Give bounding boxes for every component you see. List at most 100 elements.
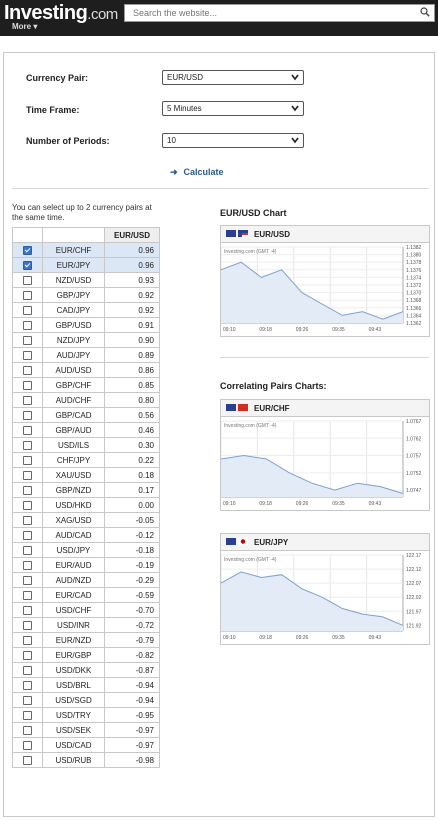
row-checkbox[interactable] xyxy=(23,725,32,735)
correlation-value: 0.96 xyxy=(104,242,160,258)
table-row[interactable]: AUD/CAD -0.12 xyxy=(12,527,160,543)
x-tick-label: 09:35 xyxy=(332,635,345,641)
flags xyxy=(226,404,250,413)
row-checkbox[interactable] xyxy=(23,305,32,315)
y-tick-label: 122.17 xyxy=(406,553,422,559)
table-row[interactable]: GBP/JPY 0.92 xyxy=(12,287,160,303)
table-row[interactable]: USD/CHF -0.70 xyxy=(12,602,160,618)
table-row[interactable]: USD/SEK -0.97 xyxy=(12,722,160,738)
table-row[interactable]: XAU/USD 0.18 xyxy=(12,467,160,483)
row-checkbox[interactable] xyxy=(23,290,32,300)
row-checkbox[interactable] xyxy=(23,485,32,495)
row-checkbox[interactable] xyxy=(23,755,32,765)
row-checkbox-cell xyxy=(12,572,43,588)
area-fill xyxy=(221,571,403,631)
row-checkbox[interactable] xyxy=(23,515,32,525)
correlation-value: 0.86 xyxy=(104,362,160,378)
correlation-value: 0.92 xyxy=(104,302,160,318)
table-row[interactable]: NZD/USD 0.93 xyxy=(12,272,160,288)
table-row[interactable]: EUR/CAD -0.59 xyxy=(12,587,160,603)
row-checkbox[interactable] xyxy=(23,635,32,645)
table-row[interactable]: EUR/CHF 0.96 xyxy=(12,242,160,258)
correlation-value: 0.91 xyxy=(104,317,160,333)
table-row[interactable]: USD/ILS 0.30 xyxy=(12,437,160,453)
row-checkbox[interactable] xyxy=(23,275,32,285)
table-row[interactable]: USD/HKD 0.00 xyxy=(12,497,160,513)
table-row[interactable]: USD/BRL -0.94 xyxy=(12,677,160,693)
table-row[interactable]: EUR/AUD -0.19 xyxy=(12,557,160,573)
table-row[interactable]: AUD/CHF 0.80 xyxy=(12,392,160,408)
row-checkbox[interactable] xyxy=(23,695,32,705)
row-checkbox[interactable] xyxy=(23,350,32,360)
row-checkbox[interactable] xyxy=(23,380,32,390)
row-checkbox[interactable] xyxy=(23,440,32,450)
row-checkbox[interactable] xyxy=(23,590,32,600)
eurchf-chart: 1.0767 1.0762 1.0757 1.0752 1.0747 09:10 09:18… xyxy=(221,419,422,507)
selection-note: You can select up to 2 currency pairs at… xyxy=(12,203,152,222)
row-checkbox[interactable] xyxy=(23,365,32,375)
table-row[interactable]: GBP/CHF 0.85 xyxy=(12,377,160,393)
table-row[interactable]: USD/JPY -0.18 xyxy=(12,542,160,558)
row-checkbox[interactable] xyxy=(23,650,32,660)
row-checkbox[interactable] xyxy=(23,455,32,465)
row-checkbox[interactable] xyxy=(23,335,32,345)
row-checkbox[interactable] xyxy=(23,425,32,435)
row-checkbox[interactable] xyxy=(23,740,32,750)
row-checkbox[interactable] xyxy=(23,320,32,330)
search-icon[interactable] xyxy=(420,7,430,17)
search-input[interactable] xyxy=(131,7,415,19)
row-checkbox[interactable] xyxy=(23,560,32,570)
periods-select[interactable]: 10 xyxy=(162,133,304,148)
row-checkbox-cell xyxy=(12,662,43,678)
row-checkbox[interactable] xyxy=(23,545,32,555)
pair-name: USD/ILS xyxy=(42,437,105,453)
table-row[interactable]: CHF/JPY 0.22 xyxy=(12,452,160,468)
table-row[interactable]: USD/TRY -0.95 xyxy=(12,707,160,723)
row-checkbox[interactable] xyxy=(23,710,32,720)
search-box[interactable] xyxy=(124,4,435,22)
table-row[interactable]: NZD/JPY 0.90 xyxy=(12,332,160,348)
y-tick-label: 1.1374 xyxy=(406,275,422,281)
eurjpy-chart: 122.17 122.12 122.07 122.02 121.97 121.92 09:1… xyxy=(221,553,422,641)
row-checkbox[interactable] xyxy=(23,665,32,675)
pair-name: EUR/GBP xyxy=(42,647,105,663)
row-checkbox-cell xyxy=(12,392,43,408)
table-row[interactable]: CAD/JPY 0.92 xyxy=(12,302,160,318)
row-checkbox[interactable] xyxy=(23,575,32,585)
row-checkbox[interactable] xyxy=(23,620,32,630)
table-row[interactable]: XAG/USD -0.05 xyxy=(12,512,160,528)
table-row[interactable]: GBP/CAD 0.56 xyxy=(12,407,160,423)
currency-pair-select[interactable]: EUR/USD xyxy=(162,70,304,85)
row-checkbox[interactable] xyxy=(23,395,32,405)
correlation-value: 0.46 xyxy=(104,422,160,438)
table-row[interactable]: USD/RUB -0.98 xyxy=(12,752,160,768)
more-menu[interactable]: More ▾ xyxy=(12,22,37,31)
table-row[interactable]: EUR/NZD -0.79 xyxy=(12,632,160,648)
row-checkbox[interactable] xyxy=(23,260,32,270)
row-checkbox[interactable] xyxy=(23,470,32,480)
row-checkbox[interactable] xyxy=(23,245,32,255)
time-frame-select[interactable]: 5 Minutes xyxy=(162,101,304,116)
correlation-table: EUR/USD EUR/CHF 0.96 EUR/JPY 0.96 NZD/USD 0.9… xyxy=(12,227,160,768)
table-row[interactable]: USD/CAD -0.97 xyxy=(12,737,160,753)
table-row[interactable]: GBP/USD 0.91 xyxy=(12,317,160,333)
correlation-value: -0.97 xyxy=(104,737,160,753)
jp-flag-icon xyxy=(238,538,248,545)
calculate-button[interactable]: ➜ Calculate xyxy=(170,167,224,178)
table-row[interactable]: AUD/USD 0.86 xyxy=(12,362,160,378)
table-row[interactable]: USD/SGD -0.94 xyxy=(12,692,160,708)
row-checkbox[interactable] xyxy=(23,530,32,540)
row-checkbox[interactable] xyxy=(23,680,32,690)
table-row[interactable]: AUD/NZD -0.29 xyxy=(12,572,160,588)
table-row[interactable]: GBP/AUD 0.46 xyxy=(12,422,160,438)
row-checkbox[interactable] xyxy=(23,605,32,615)
row-checkbox[interactable] xyxy=(23,500,32,510)
table-row[interactable]: GBP/NZD 0.17 xyxy=(12,482,160,498)
table-row[interactable]: EUR/GBP -0.82 xyxy=(12,647,160,663)
row-checkbox[interactable] xyxy=(23,410,32,420)
table-row[interactable]: USD/INR -0.72 xyxy=(12,617,160,633)
correlation-value: -0.12 xyxy=(104,527,160,543)
table-row[interactable]: USD/DKK -0.87 xyxy=(12,662,160,678)
table-row[interactable]: EUR/JPY 0.96 xyxy=(12,257,160,273)
table-row[interactable]: AUD/JPY 0.89 xyxy=(12,347,160,363)
